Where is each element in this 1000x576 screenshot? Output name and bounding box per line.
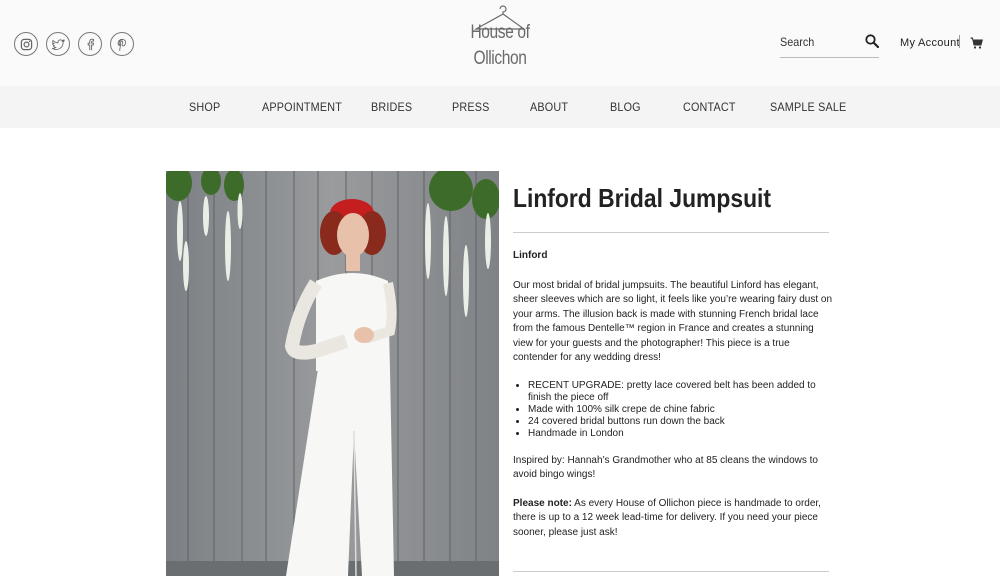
site-logo[interactable]: House of Ollichon	[462, 5, 538, 79]
cart-icon[interactable]	[970, 37, 983, 49]
search-input[interactable]	[780, 30, 852, 54]
search-box	[780, 30, 879, 58]
feature-item: RECENT UPGRADE: pretty lace covered belt…	[528, 380, 833, 404]
product-image[interactable]	[166, 171, 499, 576]
product-intro: Our most bridal of bridal jumpsuits. The…	[513, 279, 833, 364]
feature-item: 24 covered bridal buttons run down the b…	[528, 416, 833, 428]
product-inspired: Inspired by: Hannah’s Grandmother who at…	[513, 454, 818, 481]
feature-item: Handmade in London	[528, 428, 833, 440]
logo-line-2: Ollichon	[473, 48, 527, 69]
note-label: Please note:	[513, 497, 572, 509]
product-note: Please note: As every House of Ollichon …	[513, 497, 833, 541]
product-description: Linford Our most bridal of bridal jumpsu…	[513, 249, 833, 554]
product-features: RECENT UPGRADE: pretty lace covered belt…	[528, 380, 833, 440]
product-subname: Linford	[513, 250, 548, 261]
nav-blog[interactable]: BLOG	[610, 100, 641, 114]
description-divider	[513, 571, 829, 572]
my-account-link[interactable]: My Account	[900, 37, 960, 49]
social-links	[14, 32, 134, 56]
main-nav: SHOP APPOINTMENT BRIDES PRESS ABOUT BLOG…	[0, 86, 1000, 128]
logo-line-1: House of	[470, 22, 530, 43]
nav-appointment[interactable]: APPOINTMENT	[262, 100, 342, 114]
title-divider	[513, 232, 829, 233]
twitter-icon[interactable]	[46, 32, 70, 56]
nav-shop[interactable]: SHOP	[189, 100, 220, 114]
nav-sample-sale[interactable]: SAMPLE SALE	[770, 100, 846, 114]
nav-about[interactable]: ABOUT	[530, 100, 568, 114]
instagram-icon[interactable]	[14, 32, 38, 56]
product-title: Linford Bridal Jumpsuit	[513, 183, 772, 213]
nav-press[interactable]: PRESS	[452, 100, 490, 114]
pinterest-icon[interactable]	[110, 32, 134, 56]
facebook-icon[interactable]	[78, 32, 102, 56]
search-icon[interactable]	[865, 34, 879, 48]
feature-item: Made with 100% silk crepe de chine fabri…	[528, 404, 833, 416]
header-divider	[959, 35, 960, 48]
nav-contact[interactable]: CONTACT	[683, 100, 736, 114]
nav-brides[interactable]: BRIDES	[371, 100, 412, 114]
site-header: House of Ollichon My Account	[0, 0, 1000, 86]
